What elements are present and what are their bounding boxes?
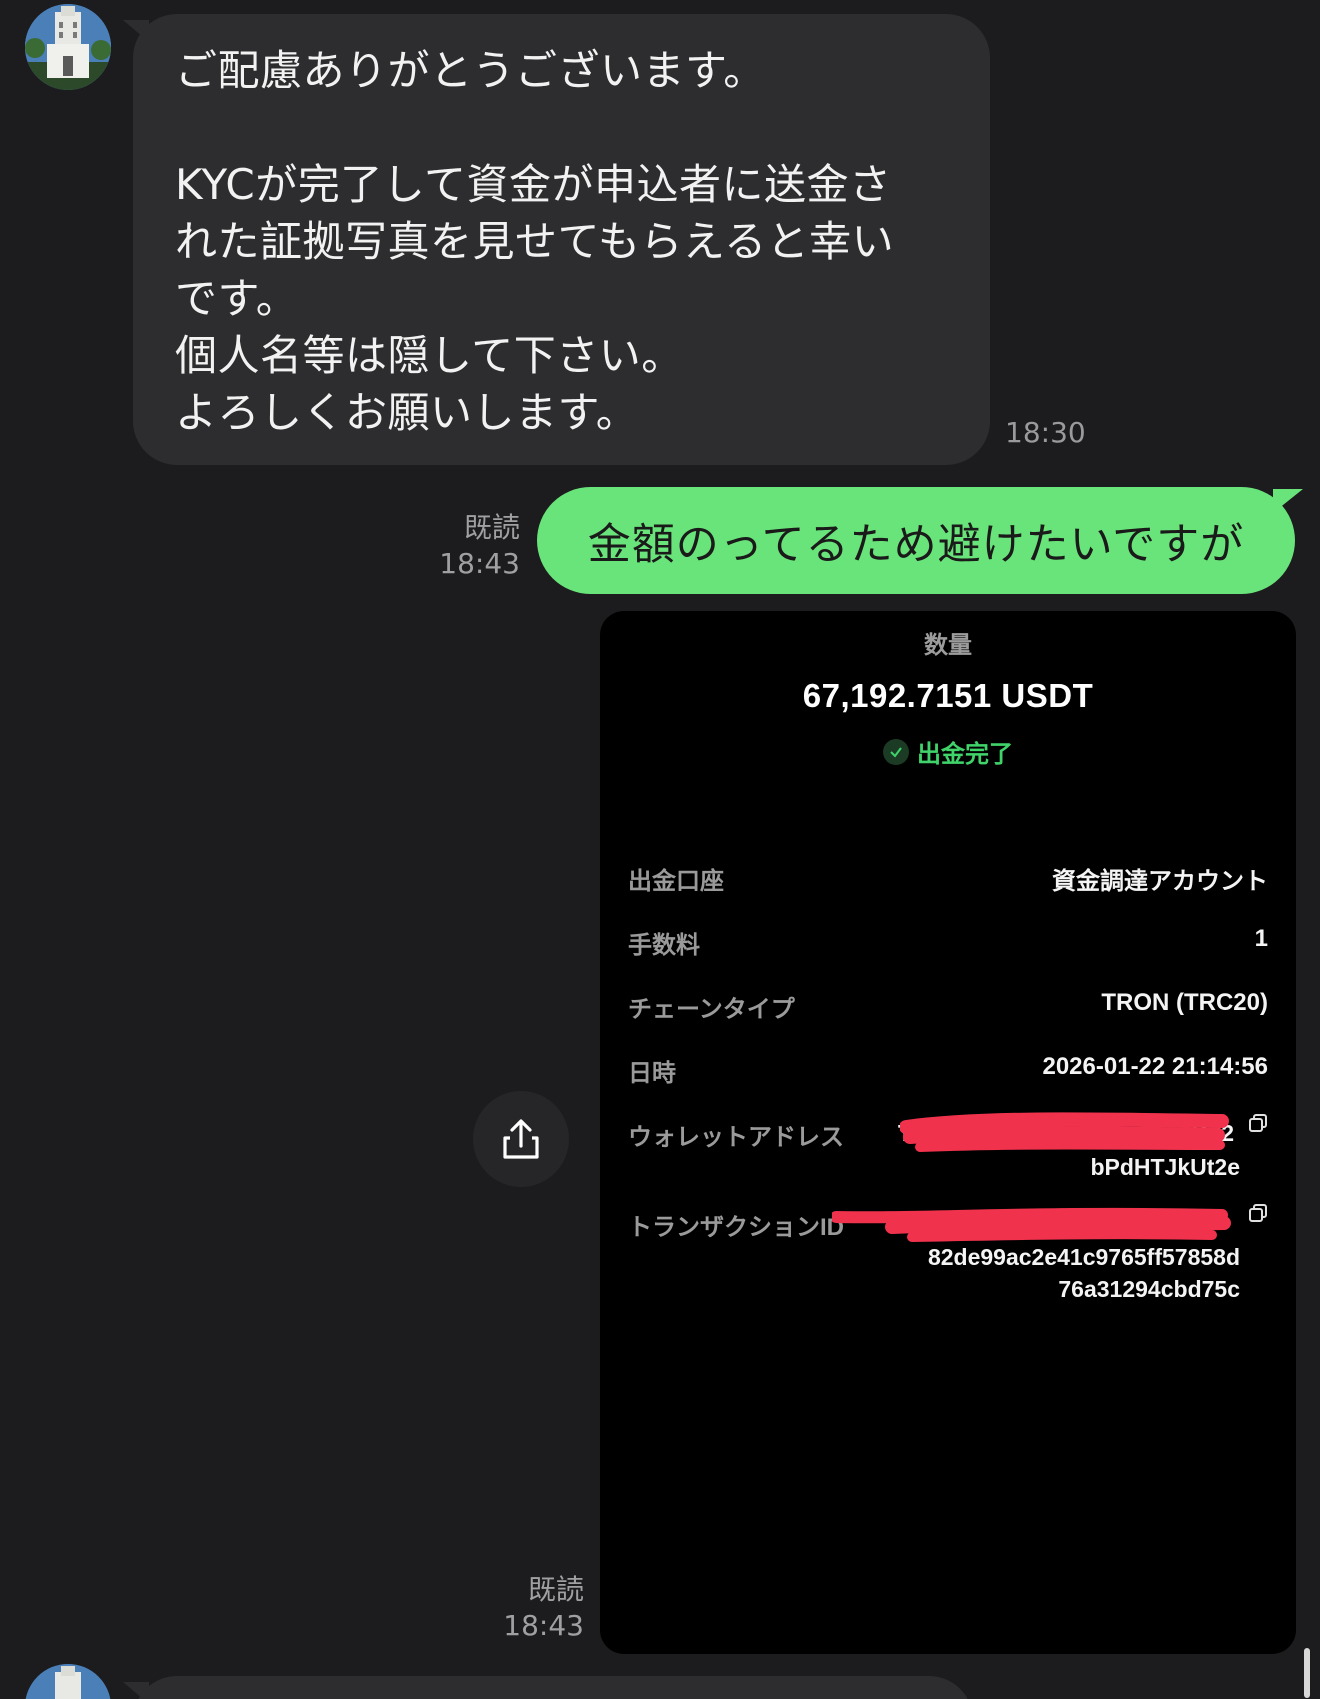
row-label: ウォレットアドレス <box>628 1124 844 1151</box>
read-receipt: 既読 <box>463 511 520 544</box>
message-line: です。 <box>175 274 299 323</box>
incoming-timestamp: 18:30 <box>1005 416 1086 449</box>
message-line-blank <box>175 99 950 156</box>
check-circle-icon <box>883 738 909 765</box>
row-chain-type: チェーンタイプ TRON (TRC20) <box>628 989 1268 1029</box>
incoming-message-bubble[interactable]: ご配慮ありがとうございます。 KYCが完了して資金が申込者に送金さ れた証拠写真… <box>123 14 990 465</box>
quantity-label: 数量 <box>924 632 972 659</box>
message-line: 個人名等は隠して下さい。 <box>175 331 684 380</box>
outgoing-text-meta: 既読 18:43 <box>420 510 520 582</box>
contact-avatar[interactable] <box>25 4 111 90</box>
row-value: 資金調達アカウント <box>1052 868 1268 895</box>
read-receipt: 既読 <box>527 1573 584 1606</box>
scrollbar[interactable] <box>1304 1648 1310 1698</box>
copy-icon[interactable] <box>1248 1113 1268 1133</box>
outgoing-image-meta: 既読 18:43 <box>480 1572 584 1644</box>
txid-redaction-mark <box>832 1207 1231 1242</box>
row-value: 1 <box>1254 925 1268 952</box>
amount-value: 67,192.7151 USDT <box>802 677 1094 714</box>
message-line: ご配慮ありがとうございます。 <box>175 46 766 95</box>
contact-avatar[interactable] <box>25 1664 111 1699</box>
withdrawal-status: 出金完了 <box>600 734 1296 769</box>
row-withdrawal-account: 出金口座 資金調達アカウント <box>628 861 1268 901</box>
status-text: 出金完了 <box>917 741 1013 768</box>
row-label: 出金口座 <box>628 868 724 895</box>
share-button[interactable] <box>473 1091 569 1187</box>
outgoing-timestamp: 18:43 <box>503 1609 584 1642</box>
avatar-building-icon <box>25 4 111 90</box>
outgoing-timestamp: 18:43 <box>439 547 520 580</box>
wallet-redaction-mark <box>900 1112 1229 1152</box>
row-value: 2026-01-22 21:14:56 <box>1042 1053 1268 1080</box>
row-label: チェーンタイプ <box>628 996 795 1023</box>
row-fee: 手数料 1 <box>628 925 1268 965</box>
row-label: 手数料 <box>628 932 700 959</box>
chat-screen: ご配慮ありがとうございます。 KYCが完了して資金が申込者に送金さ れた証拠写真… <box>0 0 1320 1699</box>
transaction-id-line3: 76a31294cbd75c <box>1058 1276 1240 1302</box>
message-line: KYCが完了して資金が申込者に送金さ <box>175 160 892 209</box>
row-label: トランザクションID <box>628 1214 844 1241</box>
message-line: よろしくお願いします。 <box>175 388 639 437</box>
outgoing-message-bubble[interactable]: 金額のってるため避けたいですが <box>537 487 1303 594</box>
message-line: れた証拠写真を見せてもらえると幸い <box>175 217 895 266</box>
incoming-message-bubble-partial[interactable] <box>123 1676 973 1699</box>
avatar-building-icon <box>25 1664 111 1699</box>
share-icon <box>503 1119 539 1159</box>
row-label: 日時 <box>628 1060 676 1087</box>
row-datetime: 日時 2026-01-22 21:14:56 <box>628 1053 1268 1093</box>
row-value: TRON (TRC20) <box>1101 989 1268 1016</box>
outgoing-message-text: 金額のってるため避けたいですが <box>587 519 1245 570</box>
copy-icon[interactable] <box>1248 1203 1268 1223</box>
withdrawal-receipt-image[interactable]: 数量 67,192.7151 USDT 出金完了 出金口座 資金調達アカウント … <box>600 611 1296 1654</box>
